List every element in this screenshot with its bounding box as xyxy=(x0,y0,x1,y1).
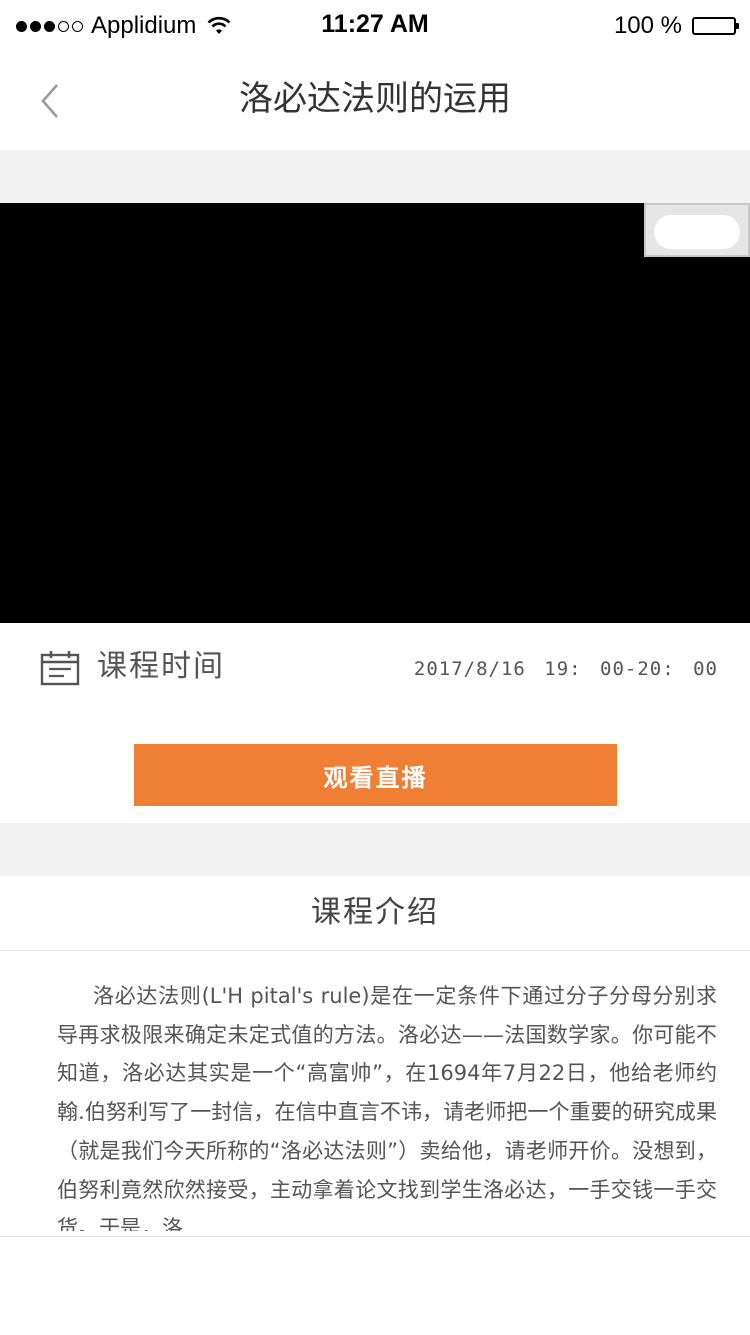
intro-text: 洛必达法则(L'H pital's rule)是在一定条件下通过分子分母分别求导… xyxy=(57,984,717,1231)
course-time-label: 课程时间 xyxy=(97,649,225,684)
separator xyxy=(0,150,750,203)
separator xyxy=(0,823,750,876)
page-title: 洛必达法则的运用 xyxy=(239,79,511,119)
calendar-icon xyxy=(40,651,80,686)
intro-title: 课程介绍 xyxy=(311,895,439,930)
bottom-bar xyxy=(0,1236,750,1335)
navigation-bar: 洛必达法则的运用 xyxy=(0,52,750,150)
intro-header: 课程介绍 xyxy=(0,876,750,951)
watch-live-button[interactable]: 观看直播 xyxy=(134,744,617,806)
video-thumbnail[interactable] xyxy=(644,203,750,257)
battery-percent: 100 % xyxy=(613,12,682,39)
course-time-section: 课程时间 2017/8/16 19: 00-20: 00 观看直播 xyxy=(0,623,750,823)
course-time-value: 2017/8/16 19: 00-20: 00 xyxy=(413,658,718,680)
status-bar: Applidium 11:27 AM 100 % xyxy=(0,0,750,52)
battery-icon xyxy=(692,17,739,35)
battery-group: 100 % xyxy=(613,10,739,42)
video-player[interactable] xyxy=(0,203,750,623)
